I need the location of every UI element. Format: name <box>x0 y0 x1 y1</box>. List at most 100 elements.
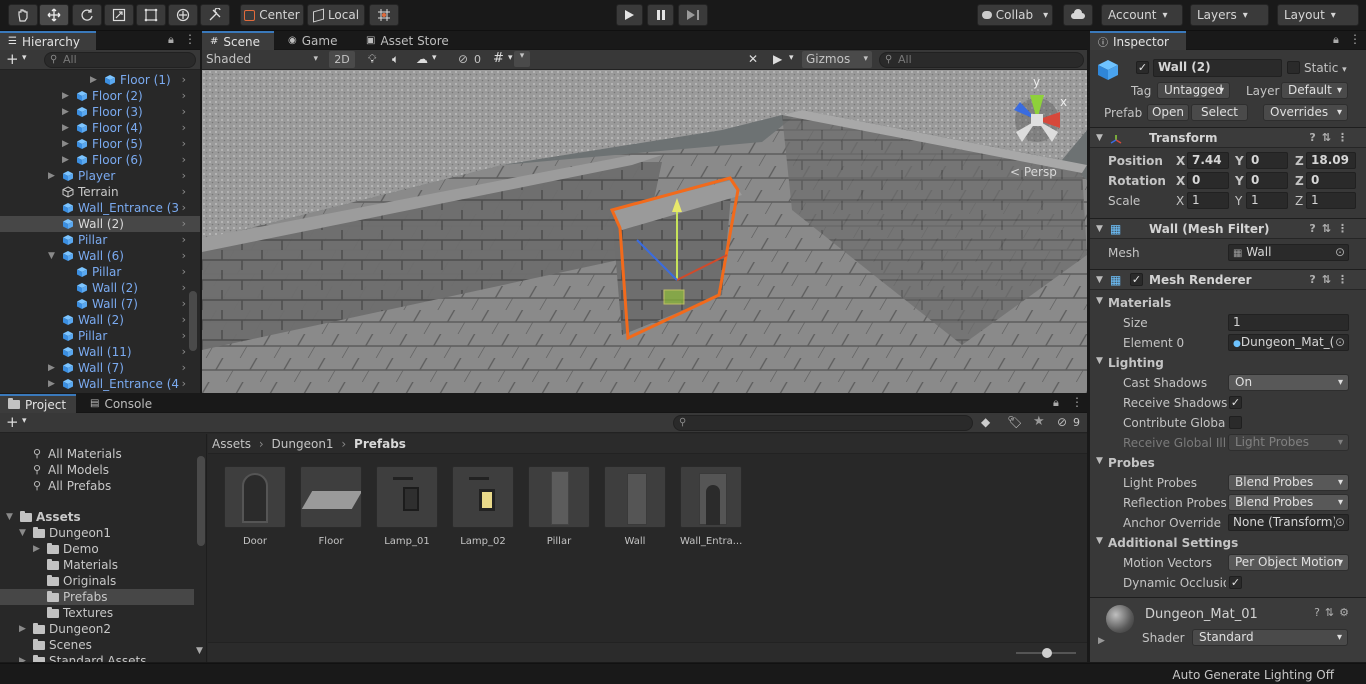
grid-dropdown-icon[interactable]: ▾ <box>508 53 513 63</box>
component-header-icons[interactable]: ?⇅⋮ <box>1309 270 1354 290</box>
static-dropdown[interactable]: Static ▾ <box>1304 61 1347 75</box>
rotation-y-input[interactable]: 0 <box>1246 172 1288 189</box>
folder-tree-item[interactable]: Textures <box>0 605 194 621</box>
hierarchy-item[interactable]: ▶ Player › <box>0 168 200 184</box>
expand-closed-icon[interactable]: ▶ <box>19 621 26 637</box>
mesh-object-field[interactable]: ▦ Wall ⊙ <box>1228 244 1349 261</box>
play-button[interactable] <box>616 4 643 26</box>
mesh-renderer-component-header[interactable]: ▼ ▦ ✓ Mesh Renderer ?⇅⋮ <box>1090 269 1366 290</box>
folder-tree-item[interactable]: Scenes <box>0 637 194 653</box>
chevron-right-icon[interactable]: › <box>182 216 186 232</box>
pivot-space-button[interactable]: Local <box>307 4 365 26</box>
lighting-bulb-icon[interactable]: 💡︎ <box>368 52 376 67</box>
chevron-right-icon[interactable]: › <box>182 312 186 328</box>
favorite-item[interactable]: ⚲ All Materials <box>0 446 194 462</box>
project-tree-scrollbar[interactable] <box>197 456 205 546</box>
object-picker-icon[interactable]: ⊙ <box>1334 515 1345 530</box>
expand-closed-icon[interactable]: ▶ <box>33 541 40 557</box>
folder-tree-item[interactable]: ▶ Standard Assets <box>0 653 194 662</box>
chevron-right-icon[interactable]: › <box>182 328 186 344</box>
chevron-right-icon[interactable]: › <box>182 264 186 280</box>
transform-component-header[interactable]: ▼ Transform ?⇅⋮ <box>1090 127 1366 148</box>
collab-dropdown[interactable]: Collab <box>977 4 1053 26</box>
favorite-star-icon[interactable]: ★ <box>1033 414 1045 429</box>
light-probes-dropdown[interactable]: Blend Probes <box>1228 474 1349 491</box>
effects-dropdown-icon[interactable]: ▾ <box>432 53 437 63</box>
chevron-right-icon[interactable]: › <box>182 184 186 200</box>
element0-object-field[interactable]: ●Dungeon_Mat_(⊙ <box>1228 334 1349 351</box>
chevron-right-icon[interactable]: › <box>182 232 186 248</box>
effects-icon[interactable]: ☁︎ <box>416 52 428 66</box>
grid-options-dropdown[interactable]: ▾ <box>514 51 530 67</box>
chevron-right-icon[interactable]: › <box>182 280 186 296</box>
scene-viewport[interactable]: y x < Persp <box>202 70 1087 393</box>
tab-console[interactable]: ▤ Console <box>82 394 160 413</box>
camera-dropdown-icon[interactable]: ▾ <box>789 53 794 63</box>
pivot-mode-button[interactable]: Center <box>240 4 304 26</box>
prefab-asset-item[interactable]: Door <box>224 466 286 547</box>
position-z-input[interactable]: 18.09 <box>1306 152 1356 169</box>
project-search-input[interactable]: ⚲ <box>673 415 973 431</box>
cast-shadows-dropdown[interactable]: On <box>1228 374 1349 391</box>
breadcrumb-assets[interactable]: Assets <box>212 437 251 451</box>
prefab-asset-item[interactable]: Lamp_01 <box>376 466 438 547</box>
hierarchy-item[interactable]: ▶ Floor (4) › <box>0 120 200 136</box>
expand-closed-icon[interactable]: ▶ <box>90 72 97 88</box>
expand-closed-icon[interactable]: ▶ <box>62 120 69 136</box>
panel-menu-icon[interactable]: ⋮ <box>1071 395 1083 409</box>
hierarchy-item[interactable]: ▶ Floor (6) › <box>0 152 200 168</box>
material-header-icons[interactable]: ?⇅⚙ <box>1314 606 1354 619</box>
folder-tree-item[interactable]: ▶ Dungeon2 <box>0 621 194 637</box>
tab-inspector[interactable]: ⓘ Inspector <box>1090 31 1186 50</box>
prefab-select-button[interactable]: Select <box>1191 104 1248 121</box>
tab-hierarchy[interactable]: ☰ Hierarchy <box>0 31 96 50</box>
hierarchy-item[interactable]: ▶ Floor (1) › <box>0 72 200 88</box>
chevron-right-icon[interactable]: › <box>182 136 186 152</box>
hierarchy-item[interactable]: Wall (2) › <box>0 216 200 232</box>
hierarchy-item[interactable]: ▼ Wall (6) › <box>0 248 200 264</box>
persp-label[interactable]: < Persp <box>1010 165 1057 179</box>
dynamic-occlusion-checkbox[interactable]: ✓ <box>1229 576 1242 589</box>
hierarchy-search-input[interactable]: ⚲ All <box>44 52 196 68</box>
folder-tree-item[interactable]: Originals <box>0 573 194 589</box>
folder-tree-item[interactable]: ▶ Demo <box>0 541 194 557</box>
tab-asset-store[interactable]: ▣ Asset Store <box>358 31 457 50</box>
expand-closed-icon[interactable]: ▶ <box>48 360 55 376</box>
rect-tool-button[interactable] <box>136 4 166 26</box>
favorite-item[interactable]: ⚲ All Models <box>0 462 194 478</box>
component-header-icons[interactable]: ?⇅⋮ <box>1309 128 1354 148</box>
materials-size-input[interactable]: 1 <box>1228 314 1349 331</box>
scale-tool-button[interactable] <box>104 4 134 26</box>
prefab-asset-item[interactable]: Lamp_02 <box>452 466 514 547</box>
static-checkbox[interactable] <box>1287 61 1300 74</box>
lock-icon[interactable]: 🔒︎ <box>1053 396 1059 410</box>
prefab-asset-item[interactable]: Wall_Entra... <box>680 466 742 547</box>
create-plus-icon[interactable]: + <box>6 413 19 431</box>
expand-closed-icon[interactable]: ▶ <box>48 376 55 392</box>
scale-z-input[interactable]: 1 <box>1306 192 1356 209</box>
filter-label-icon[interactable]: 🏷︎ <box>1007 415 1022 429</box>
custom-tool-button[interactable] <box>200 4 230 26</box>
materials-foldout[interactable]: Materials <box>1108 296 1171 310</box>
lock-icon[interactable]: 🔒︎ <box>1333 33 1339 47</box>
object-name-input[interactable]: Wall (2) <box>1153 59 1282 77</box>
material-foldout-arrow[interactable]: ▶ <box>1098 636 1105 646</box>
tab-scene[interactable]: # Scene <box>202 31 274 50</box>
pause-button[interactable] <box>647 4 674 26</box>
folder-tree-item[interactable]: ▼ Dungeon1 <box>0 525 194 541</box>
filter-type-icon[interactable]: ◆ <box>981 415 990 429</box>
status-message[interactable]: Auto Generate Lighting Off <box>1172 668 1334 682</box>
position-x-input[interactable]: 7.44 <box>1187 152 1229 169</box>
camera-icon[interactable]: ▶ <box>773 52 782 66</box>
hand-tool-button[interactable] <box>8 4 38 26</box>
tab-game[interactable]: ◉ Game <box>280 31 345 50</box>
prefab-asset-item[interactable]: Floor <box>300 466 362 547</box>
folder-tree-item[interactable]: Materials <box>0 557 194 573</box>
chevron-right-icon[interactable]: › <box>182 72 186 88</box>
prefab-asset-item[interactable]: Pillar <box>528 466 590 547</box>
hierarchy-item[interactable]: Wall (11) › <box>0 344 200 360</box>
shader-dropdown[interactable]: Standard <box>1192 629 1348 646</box>
cloud-button[interactable] <box>1063 4 1093 26</box>
breadcrumb-dungeon1[interactable]: Dungeon1 <box>272 437 334 451</box>
expand-closed-icon[interactable]: ▶ <box>62 104 69 120</box>
